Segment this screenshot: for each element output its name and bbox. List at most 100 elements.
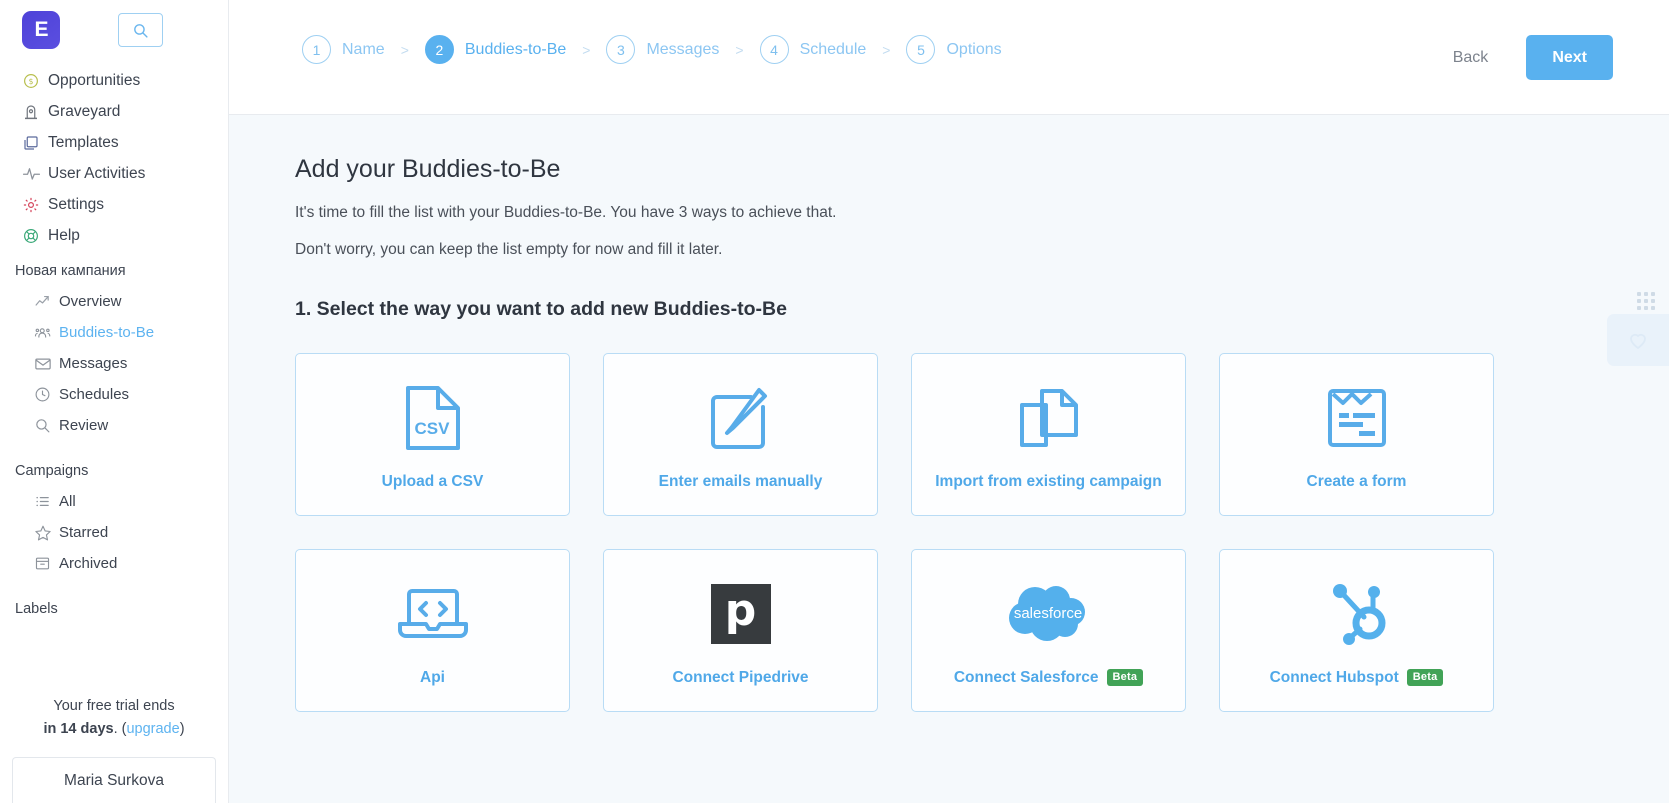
sidebar-item-schedules[interactable]: Schedules: [0, 379, 228, 410]
sidebar-item-archived[interactable]: Archived: [0, 548, 228, 579]
sidebar-item-label: Settings: [48, 195, 105, 213]
csv-file-icon: CSV: [404, 379, 462, 457]
card-connect-pipedrive[interactable]: p Connect Pipedrive: [603, 549, 878, 712]
sidebar-item-user-activities[interactable]: User Activities: [0, 158, 228, 189]
card-label: Connect Hubspot Beta: [1270, 669, 1444, 687]
card-label: Create a form: [1307, 473, 1407, 491]
sidebar-item-label: Graveyard: [48, 102, 121, 120]
step-number: 4: [759, 35, 789, 64]
sidebar-item-messages[interactable]: Messages: [0, 348, 228, 379]
step-label: Messages: [646, 40, 720, 58]
intro-paragraph-1: It's time to fill the list with your Bud…: [295, 204, 837, 221]
status-badge: Beta: [1406, 669, 1444, 686]
section-heading: 1. Select the way you want to add new Bu…: [295, 298, 787, 320]
card-label-text: Enter emails manually: [658, 472, 823, 490]
campaign-nav: Overview Buddies-to-Be Messages Schedule…: [0, 286, 228, 441]
step-buddies-to-be[interactable]: 2 Buddies-to-Be: [424, 35, 566, 64]
sidebar-item-label: All: [59, 493, 76, 510]
sidebar-item-templates[interactable]: Templates: [0, 127, 228, 158]
sidebar-item-label: Buddies-to-Be: [59, 324, 155, 341]
heart-icon: [1630, 333, 1646, 350]
pipedrive-mark: p: [710, 583, 771, 644]
step-separator-icon: >: [735, 41, 744, 58]
step-separator-icon: >: [882, 41, 891, 58]
step-schedule[interactable]: 4 Schedule: [759, 35, 866, 64]
step-separator-icon: >: [582, 41, 591, 58]
dollar-badge-icon: $: [22, 72, 48, 90]
sidebar-item-settings[interactable]: Settings: [0, 189, 228, 220]
search-input[interactable]: [118, 13, 163, 47]
trial-days: in 14 days: [43, 721, 114, 738]
pipedrive-logo-icon: p: [710, 575, 771, 653]
sidebar-item-label: Archived: [59, 555, 118, 572]
app-root: E $ Opportunities Graveyard Templates Us…: [0, 0, 1669, 803]
people-icon: [34, 324, 59, 342]
user-name: Maria Surkova: [64, 771, 164, 789]
trial-line1: Your free trial ends: [53, 698, 175, 715]
pipedrive-letter: p: [724, 584, 757, 636]
sidebar-item-all[interactable]: All: [0, 486, 228, 517]
sidebar-item-label: Review: [59, 417, 109, 434]
sidebar-item-overview[interactable]: Overview: [0, 286, 228, 317]
card-label-text: Connect Hubspot: [1269, 668, 1399, 686]
card-label-text: Connect Salesforce: [953, 668, 1099, 686]
card-upload-csv[interactable]: CSV Upload a CSV: [295, 353, 570, 516]
favorite-widget-button[interactable]: [1607, 314, 1669, 366]
labels-section-title: Labels: [15, 601, 58, 617]
next-button[interactable]: Next: [1526, 35, 1613, 80]
trial-after: . (: [113, 721, 127, 738]
step-number: 5: [906, 35, 936, 64]
wizard-actions: Back Next: [1439, 35, 1649, 80]
sidebar-item-label: Help: [48, 226, 80, 244]
status-badge: Beta: [1106, 669, 1144, 686]
card-api[interactable]: Api: [295, 549, 570, 712]
card-label: Connect Pipedrive: [672, 669, 808, 687]
step-number: 2: [424, 35, 454, 64]
sidebar-header: E: [0, 0, 228, 55]
archive-box-icon: [34, 555, 59, 572]
wizard-stepper: 1 Name > 2 Buddies-to-Be > 3 Messages > …: [302, 35, 1002, 64]
upgrade-link[interactable]: upgrade: [126, 721, 179, 737]
search-icon: [34, 417, 59, 434]
card-import-existing-campaign[interactable]: Import from existing campaign: [911, 353, 1186, 516]
sidebar-item-label: Messages: [59, 355, 128, 372]
main-area: 1 Name > 2 Buddies-to-Be > 3 Messages > …: [229, 0, 1669, 803]
tombstone-icon: [22, 103, 48, 121]
sidebar-item-starred[interactable]: Starred: [0, 517, 228, 548]
form-icon: [1326, 379, 1388, 457]
sidebar-item-help[interactable]: Help: [0, 220, 228, 251]
card-enter-emails-manually[interactable]: Enter emails manually: [603, 353, 878, 516]
topbar: 1 Name > 2 Buddies-to-Be > 3 Messages > …: [229, 0, 1669, 115]
step-label: Name: [342, 40, 385, 58]
app-logo[interactable]: E: [22, 11, 60, 49]
card-label: Enter emails manually: [659, 473, 823, 491]
card-create-form[interactable]: Create a form: [1219, 353, 1494, 516]
card-label: Api: [420, 669, 445, 687]
sidebar-item-graveyard[interactable]: Graveyard: [0, 96, 228, 127]
drag-handle-icon[interactable]: [1637, 292, 1655, 310]
sidebar-item-label: Opportunities: [48, 71, 141, 89]
card-label: Upload a CSV: [382, 473, 484, 491]
svg-text:$: $: [29, 77, 34, 86]
step-name[interactable]: 1 Name: [302, 35, 385, 64]
card-label-text: Create a form: [1306, 472, 1407, 490]
svg-text:CSV: CSV: [414, 419, 450, 438]
salesforce-cloud-shape: salesforce: [1008, 585, 1085, 641]
trial-notice: Your free trial ends in 14 days. (upgrad…: [0, 695, 228, 741]
step-options[interactable]: 5 Options: [906, 35, 1002, 64]
sidebar-item-review[interactable]: Review: [0, 410, 228, 441]
content-area: Add your Buddies-to-Be It's time to fill…: [229, 115, 1669, 803]
step-messages[interactable]: 3 Messages: [606, 35, 719, 64]
pencil-square-icon: [708, 379, 774, 457]
card-label-text: Upload a CSV: [381, 472, 484, 490]
card-connect-hubspot[interactable]: Connect Hubspot Beta: [1219, 549, 1494, 712]
back-button[interactable]: Back: [1439, 41, 1503, 75]
star-icon: [34, 524, 59, 542]
laptop-code-icon: [396, 575, 470, 653]
sidebar-item-opportunities[interactable]: $ Opportunities: [0, 65, 228, 96]
user-account-button[interactable]: Maria Surkova: [12, 757, 216, 803]
campaigns-section-title: Campaigns: [15, 463, 89, 479]
sidebar: E $ Opportunities Graveyard Templates Us…: [0, 0, 229, 803]
sidebar-item-buddies-to-be[interactable]: Buddies-to-Be: [0, 317, 228, 348]
card-connect-salesforce[interactable]: salesforce Connect Salesforce Beta: [911, 549, 1186, 712]
